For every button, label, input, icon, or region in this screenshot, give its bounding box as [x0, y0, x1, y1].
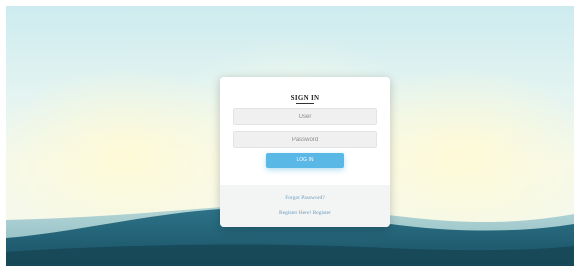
forgot-password-link[interactable]: Forgot Password?: [220, 195, 390, 201]
username-input[interactable]: [233, 108, 377, 125]
password-input[interactable]: [233, 131, 377, 148]
background-scene: SIGN IN LOG IN Forgot Password? Register…: [6, 6, 574, 266]
register-link[interactable]: Register Here! Register: [220, 210, 390, 216]
login-button[interactable]: LOG IN: [266, 153, 344, 168]
title-underline: [296, 103, 314, 104]
sign-in-title: SIGN IN: [290, 94, 320, 102]
login-form: SIGN IN LOG IN: [220, 77, 390, 185]
card-footer: Forgot Password? Register Here! Register: [220, 185, 390, 227]
login-card: SIGN IN LOG IN Forgot Password? Register…: [220, 77, 390, 227]
